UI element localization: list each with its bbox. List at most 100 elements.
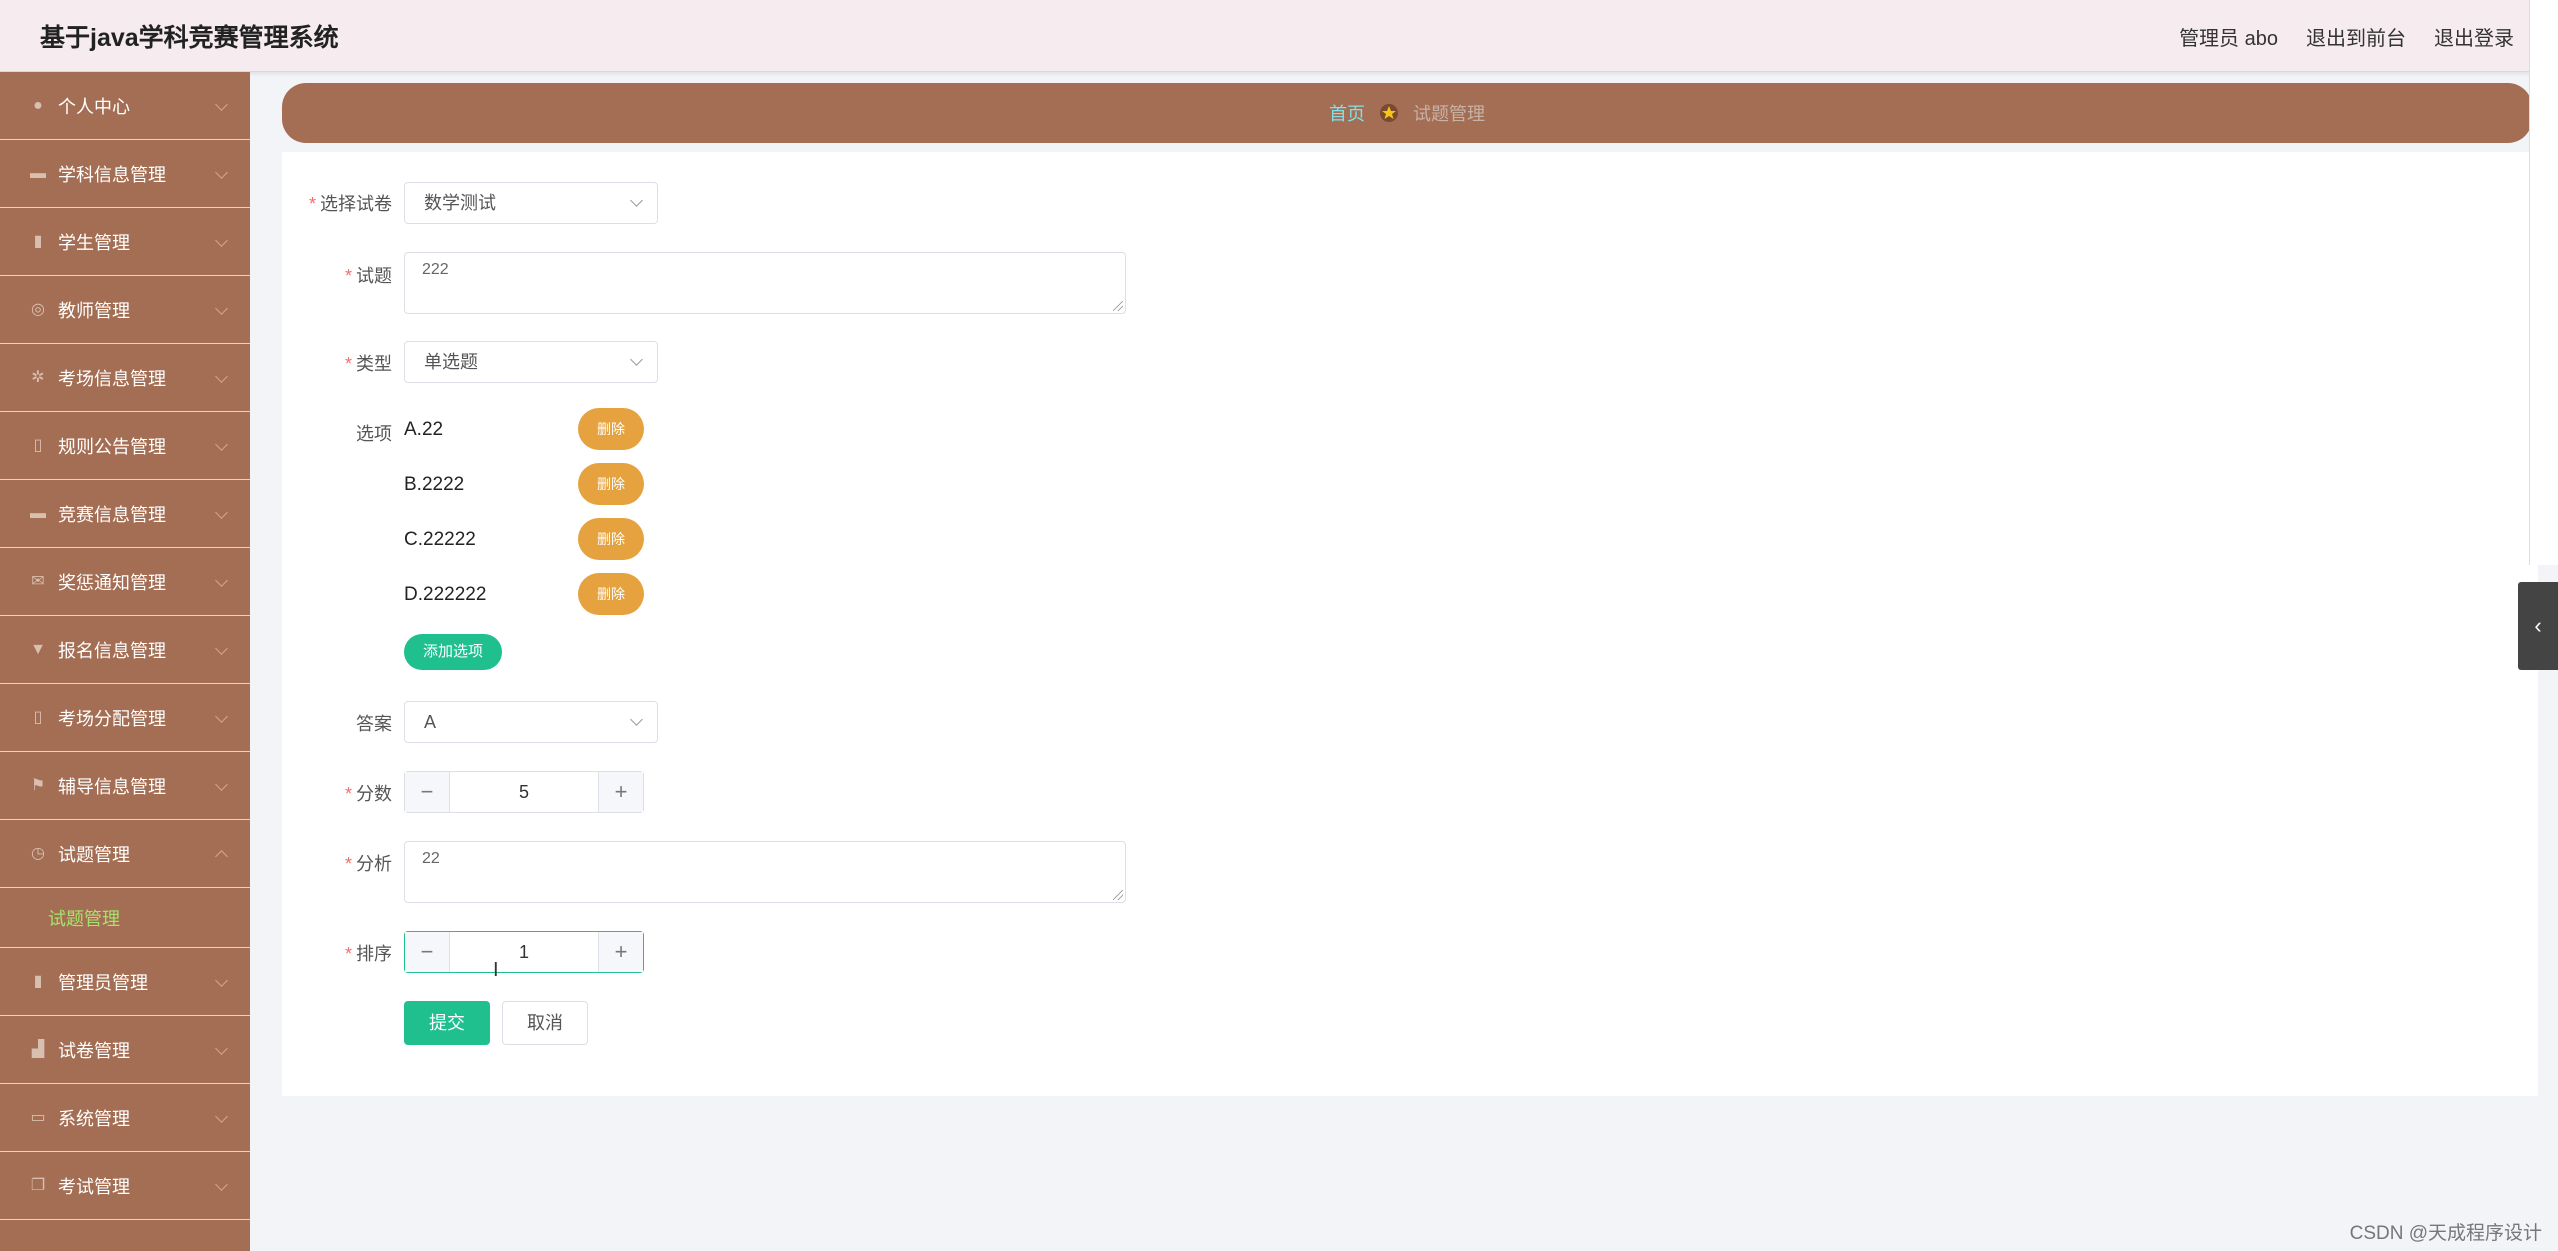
sidebar-item-exams[interactable]: ❐ 考试管理 — [0, 1152, 250, 1220]
sidebar-item-competitions[interactable]: ▬ 竞赛信息管理 — [0, 480, 250, 548]
sidebar-item-subjects[interactable]: ▬ 学科信息管理 — [0, 140, 250, 208]
resize-handle-icon[interactable] — [1113, 890, 1123, 900]
delete-option-b-button[interactable]: 删除 — [578, 463, 644, 505]
chevron-down-icon — [215, 1177, 228, 1191]
score-stepper[interactable]: − 5 + — [404, 771, 644, 813]
mic-icon: ▯ — [33, 436, 43, 454]
sidebar-item-label: 考场信息管理 — [58, 368, 166, 389]
right-scroll-panel[interactable] — [2529, 0, 2558, 565]
to-front-link[interactable]: 退出到前台 — [2306, 22, 2406, 51]
collapse-panel-button[interactable]: ‹ — [2518, 582, 2558, 670]
mail-icon: ✉ — [31, 572, 45, 590]
chevron-down-icon — [215, 573, 228, 587]
sidebar-subitem-questions[interactable]: 试题管理 — [0, 888, 250, 948]
option-c-text: C.22222 — [404, 529, 476, 550]
chevron-down-icon — [215, 505, 228, 519]
sidebar-item-label: 试卷管理 — [58, 1040, 130, 1061]
chat-icon: ▬ — [30, 164, 46, 182]
watermark: CSDN @天成程序设计 — [2349, 1223, 2542, 1244]
sidebar-item-label: 学生管理 — [58, 232, 130, 253]
sidebar-item-label: 竞赛信息管理 — [58, 504, 166, 525]
chart-icon: ▮ — [33, 232, 43, 250]
sidebar-item-label: 试题管理 — [58, 844, 130, 865]
chevron-down-icon — [215, 641, 228, 655]
delete-option-a-button[interactable]: 删除 — [578, 408, 644, 450]
question-label: * 试题 — [344, 266, 392, 286]
sidebar-item-registrations[interactable]: ▼ 报名信息管理 — [0, 616, 250, 684]
chevron-down-icon — [215, 233, 228, 247]
paper-select[interactable]: 数学测试 — [404, 182, 658, 224]
chevron-left-icon: ‹ — [2534, 613, 2542, 638]
text-cursor-icon: I — [493, 959, 499, 981]
score-decrement-button[interactable]: − — [405, 772, 450, 812]
sidebar-item-rules[interactable]: ▯ 规则公告管理 — [0, 412, 250, 480]
sidebar-item-label: 管理员管理 — [58, 972, 148, 993]
sort-value[interactable]: 1 — [449, 932, 599, 972]
sidebar-item-notices[interactable]: ✉ 奖惩通知管理 — [0, 548, 250, 616]
answer-label: 答案 — [356, 714, 392, 734]
chevron-down-icon — [215, 777, 228, 791]
sidebar-item-label: 教师管理 — [58, 300, 130, 321]
chevron-up-icon — [215, 849, 228, 863]
type-select[interactable]: 单选题 — [404, 341, 658, 383]
cancel-button[interactable]: 取消 — [502, 1001, 588, 1045]
chart-icon: ▟ — [31, 1040, 45, 1058]
analysis-textarea[interactable]: 22 — [404, 841, 1126, 903]
mic-icon: ▯ — [33, 708, 43, 726]
top-header: 基于java学科竞赛管理系统 管理员 abo 退出到前台 退出登录 — [0, 0, 2558, 72]
sidebar-item-papers[interactable]: ▟ 试卷管理 — [0, 1016, 250, 1084]
logout-link[interactable]: 退出登录 — [2434, 22, 2514, 51]
sidebar-item-system[interactable]: ▭ 系统管理 — [0, 1084, 250, 1152]
header-actions: 管理员 abo 退出到前台 退出登录 — [2179, 22, 2514, 51]
paper-select-value: 数学测试 — [424, 193, 496, 213]
score-value[interactable]: 5 — [449, 772, 599, 812]
sidebar-item-questions[interactable]: ◷ 试题管理 — [0, 820, 250, 888]
sort-decrement-button[interactable]: − — [405, 932, 450, 972]
user-icon: ● — [33, 96, 43, 114]
breadcrumb: 首页 试题管理 — [282, 83, 2532, 143]
flag-icon: ⚑ — [30, 776, 46, 794]
chevron-down-icon — [215, 709, 228, 723]
sidebar-item-tutoring[interactable]: ⚑ 辅导信息管理 — [0, 752, 250, 820]
delete-option-c-button[interactable]: 删除 — [578, 518, 644, 560]
score-increment-button[interactable]: + — [598, 772, 643, 812]
sidebar-item-students[interactable]: ▮ 学生管理 — [0, 208, 250, 276]
copy-icon: ❐ — [30, 1176, 46, 1194]
delete-option-d-button[interactable]: 删除 — [578, 573, 644, 615]
question-text: 222 — [422, 261, 449, 278]
resize-handle-icon[interactable] — [1113, 301, 1123, 311]
sidebar-item-label: 报名信息管理 — [58, 640, 166, 661]
question-textarea[interactable]: 222 — [404, 252, 1126, 314]
sidebar-item-teachers[interactable]: ◎ 教师管理 — [0, 276, 250, 344]
trash-icon: ▮ — [33, 972, 43, 990]
breadcrumb-current: 试题管理 — [1413, 104, 1485, 124]
sidebar-item-exam-rooms[interactable]: ✲ 考场信息管理 — [0, 344, 250, 412]
paper-label: * 选择试卷 — [308, 194, 392, 214]
sidebar-item-admins[interactable]: ▮ 管理员管理 — [0, 948, 250, 1016]
answer-select[interactable]: A — [404, 701, 658, 743]
chevron-down-icon — [215, 369, 228, 383]
analysis-text: 22 — [422, 850, 440, 867]
chevron-down-icon — [215, 437, 228, 451]
breadcrumb-home[interactable]: 首页 — [1329, 100, 1365, 126]
globe-icon: ◎ — [31, 300, 45, 318]
chevron-down-icon — [215, 1041, 228, 1055]
current-user: 管理员 abo — [2179, 28, 2278, 50]
sort-stepper[interactable]: − 1 + — [404, 931, 644, 973]
sidebar-item-room-allocation[interactable]: ▯ 考场分配管理 — [0, 684, 250, 752]
chevron-down-icon — [215, 165, 228, 179]
sort-increment-button[interactable]: + — [598, 932, 643, 972]
sidebar-item-label: 系统管理 — [58, 1108, 130, 1129]
sidebar-item-label: 学科信息管理 — [58, 164, 166, 185]
option-a-text: A.22 — [404, 419, 444, 440]
gear-icon: ✲ — [31, 368, 45, 386]
sidebar-item-label: 规则公告管理 — [58, 436, 166, 457]
chevron-down-icon — [215, 97, 228, 111]
option-b-text: B.2222 — [404, 474, 465, 495]
sidebar-item-personal-center[interactable]: ● 个人中心 — [0, 72, 250, 140]
briefcase-icon: ▬ — [30, 504, 46, 522]
add-option-button[interactable]: 添加选项 — [404, 634, 502, 670]
submit-button[interactable]: 提交 — [404, 1001, 490, 1045]
type-select-value: 单选题 — [424, 352, 478, 372]
sidebar-item-label: 考试管理 — [58, 1176, 130, 1197]
